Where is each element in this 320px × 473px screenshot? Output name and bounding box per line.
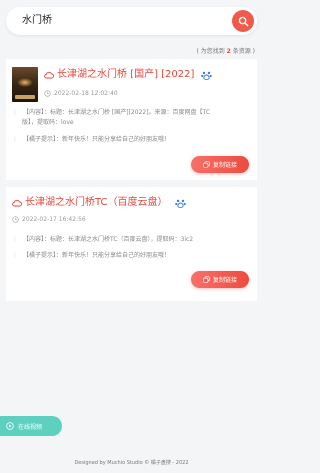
copy-link-label: 复制链接 xyxy=(212,162,237,169)
result-card: 长津湖之水门桥 [国产] [2022] 2022-02-18 12:02:40 … xyxy=(6,59,257,180)
cloud-icon xyxy=(44,71,54,79)
result-title-row[interactable]: 长津湖之水门桥 [国产] [2022] xyxy=(44,68,213,82)
result-tip-text: 【橘子提示】：新年快乐！只能分享给自己的好朋友哦！ xyxy=(23,252,171,259)
search-icon xyxy=(238,16,248,26)
online-video-label: 在线视频 xyxy=(18,423,43,431)
footer: Designed by Muchio Studio © 橘子盘搜 - 2022 xyxy=(74,460,189,466)
result-count: ( 为您找到 2 条资源 ) xyxy=(197,47,256,56)
clock-icon xyxy=(12,216,19,223)
result-card: 长津湖之水门桥TC（百度云盘） 2022-02-17 16:42:56 ⋮ 【内容… xyxy=(6,187,257,301)
result-info-line: ⋮ 【内容】：标题：长津湖之水门桥TC（百度云盘），提取码：3ic2 xyxy=(12,235,193,245)
copy-icon xyxy=(203,161,210,168)
play-icon xyxy=(6,422,14,430)
info-divider: ⋮ xyxy=(12,109,18,116)
search-bar[interactable]: 水门桥 xyxy=(6,7,257,35)
online-video-button[interactable]: 在线视频 xyxy=(0,416,62,436)
poster-tag xyxy=(15,95,35,99)
baidu-paw-icon xyxy=(201,71,213,80)
baidu-paw-icon xyxy=(174,199,186,208)
clock-icon xyxy=(44,90,51,97)
search-button[interactable] xyxy=(232,10,254,32)
result-time-text: 2022-02-17 16:42:56 xyxy=(22,216,86,223)
result-info-text: 【内容】：标题：长津湖之水门桥 [国产][2022]。来源：百度网盘【TC xyxy=(23,109,211,116)
info-divider: ⋮ xyxy=(12,236,18,243)
copy-icon xyxy=(203,276,210,283)
poster-flare xyxy=(17,78,33,87)
result-tip-line: ⋮ 【橘子提示】：新年快乐！只能分享给自己的好朋友哦！ xyxy=(12,135,170,145)
copy-link-label: 复制链接 xyxy=(212,277,237,284)
result-tip-line: ⋮ 【橘子提示】：新年快乐！只能分享给自己的好朋友哦！ xyxy=(12,251,170,261)
result-info-line: ⋮ 【内容】：标题：长津湖之水门桥 [国产][2022]。来源：百度网盘【TC xyxy=(12,108,210,118)
copy-link-button[interactable]: 复制链接 xyxy=(191,156,249,173)
search-input[interactable]: 水门桥 xyxy=(22,14,52,28)
info-divider: ⋮ xyxy=(12,136,18,143)
result-time: 2022-02-18 12:02:40 xyxy=(44,89,118,98)
result-info-line-continued: 版】，提取码：love xyxy=(22,119,74,126)
result-title[interactable]: 长津湖之水门桥 [国产] [2022] xyxy=(57,68,194,82)
result-count-suffix: 条资源 ) xyxy=(230,48,255,55)
cloud-icon xyxy=(12,199,22,207)
result-time: 2022-02-17 16:42:56 xyxy=(12,215,86,224)
result-count-prefix: ( 为您找到 xyxy=(196,48,227,55)
info-divider: ⋮ xyxy=(12,252,18,259)
result-title[interactable]: 长津湖之水门桥TC（百度云盘） xyxy=(25,196,168,210)
result-title-row[interactable]: 长津湖之水门桥TC（百度云盘） xyxy=(12,196,186,210)
copy-link-button[interactable]: 复制链接 xyxy=(191,271,249,288)
result-info-text: 【内容】：标题：长津湖之水门桥TC（百度云盘），提取码：3ic2 xyxy=(23,236,194,243)
poster-image[interactable] xyxy=(12,67,38,102)
result-time-text: 2022-02-18 12:02:40 xyxy=(54,90,118,97)
result-tip-text: 【橘子提示】：新年快乐！只能分享给自己的好朋友哦！ xyxy=(23,136,171,143)
